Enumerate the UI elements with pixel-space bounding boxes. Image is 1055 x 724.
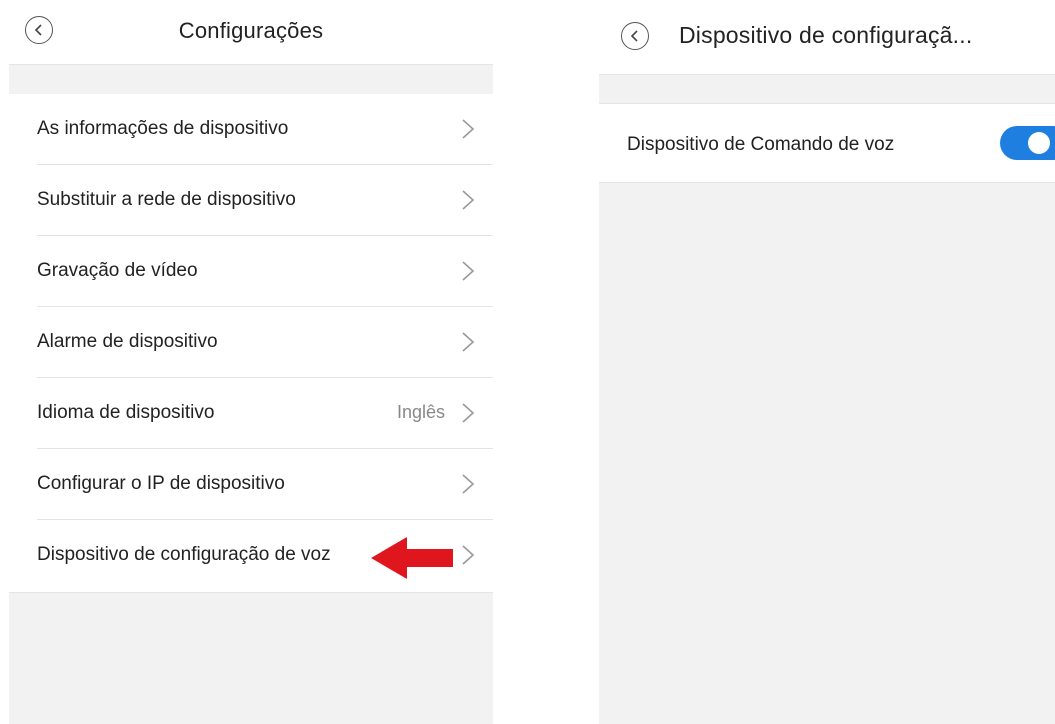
section-spacer <box>9 65 493 94</box>
chevron-right-icon <box>462 545 475 565</box>
chevron-right-icon <box>462 261 475 281</box>
settings-item-label: Alarme de dispositivo <box>37 331 218 352</box>
settings-item-label: Gravação de vídeo <box>37 260 198 281</box>
settings-item-label: Idioma de dispositivo <box>37 402 215 423</box>
settings-item-value: Inglês <box>396 402 445 422</box>
settings-screen: Configurações As informações de disposit… <box>9 0 493 724</box>
voice-command-toggle[interactable] <box>1000 126 1055 160</box>
settings-header: Configurações <box>9 0 493 65</box>
settings-item-label: Configurar o IP de dispositivo <box>37 473 285 494</box>
settings-list: As informações de dispositivo Substituir… <box>9 94 493 591</box>
empty-area <box>9 593 493 724</box>
settings-item-replace-network[interactable]: Substituir a rede de dispositivo <box>37 165 493 236</box>
page-title: Dispositivo de configuraçã... <box>679 22 973 48</box>
section-spacer <box>599 75 1055 104</box>
chevron-right-icon <box>462 332 475 352</box>
chevron-right-icon <box>462 403 475 423</box>
settings-item-video-recording[interactable]: Gravação de vídeo <box>37 236 493 307</box>
chevron-left-icon <box>630 30 638 42</box>
voice-command-row: Dispositivo de Comando de voz <box>599 104 1055 183</box>
settings-item-device-info[interactable]: As informações de dispositivo <box>37 94 493 165</box>
chevron-right-icon <box>462 190 475 210</box>
back-button[interactable] <box>621 22 649 50</box>
screenshot-stage: Configurações As informações de disposit… <box>0 0 1055 724</box>
red-arrow-icon <box>371 537 453 579</box>
page-title: Configurações <box>178 18 324 43</box>
voice-config-header: Dispositivo de configuraçã... <box>599 0 1055 75</box>
settings-item-label: As informações de dispositivo <box>37 118 289 139</box>
voice-config-screen: Dispositivo de configuraçã... Dispositiv… <box>599 0 1055 724</box>
chevron-right-icon <box>462 119 475 139</box>
settings-item-label: Dispositivo de configuração de voz <box>37 544 331 565</box>
toggle-knob <box>1028 132 1050 154</box>
chevron-right-icon <box>462 474 475 494</box>
settings-item-configure-ip[interactable]: Configurar o IP de dispositivo <box>37 449 493 520</box>
settings-item-device-alarm[interactable]: Alarme de dispositivo <box>37 307 493 378</box>
settings-item-label: Substituir a rede de dispositivo <box>37 189 296 210</box>
settings-item-device-language[interactable]: Idioma de dispositivo Inglês <box>37 378 493 449</box>
voice-command-label: Dispositivo de Comando de voz <box>627 134 895 155</box>
